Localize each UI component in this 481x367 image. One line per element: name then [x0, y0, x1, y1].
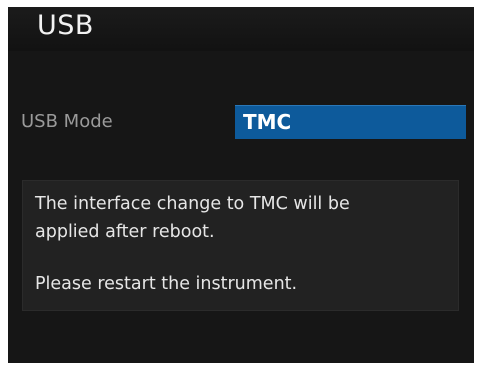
usb-mode-selector[interactable]: TMC — [235, 105, 466, 139]
usb-mode-label: USB Mode — [21, 111, 113, 132]
message-line-3: Please restart the instrument. — [35, 274, 298, 294]
message-line-2: applied after reboot. — [35, 222, 215, 242]
usb-mode-value: TMC — [243, 110, 292, 134]
message-line-1: The interface change to TMC will be — [35, 194, 350, 214]
reboot-message-box: The interface change to TMC will be appl… — [22, 180, 459, 311]
page-title: USB — [37, 10, 94, 41]
title-bar: USB — [8, 7, 474, 51]
instrument-screen: USB USB Mode TMC The interface change to… — [8, 7, 474, 363]
